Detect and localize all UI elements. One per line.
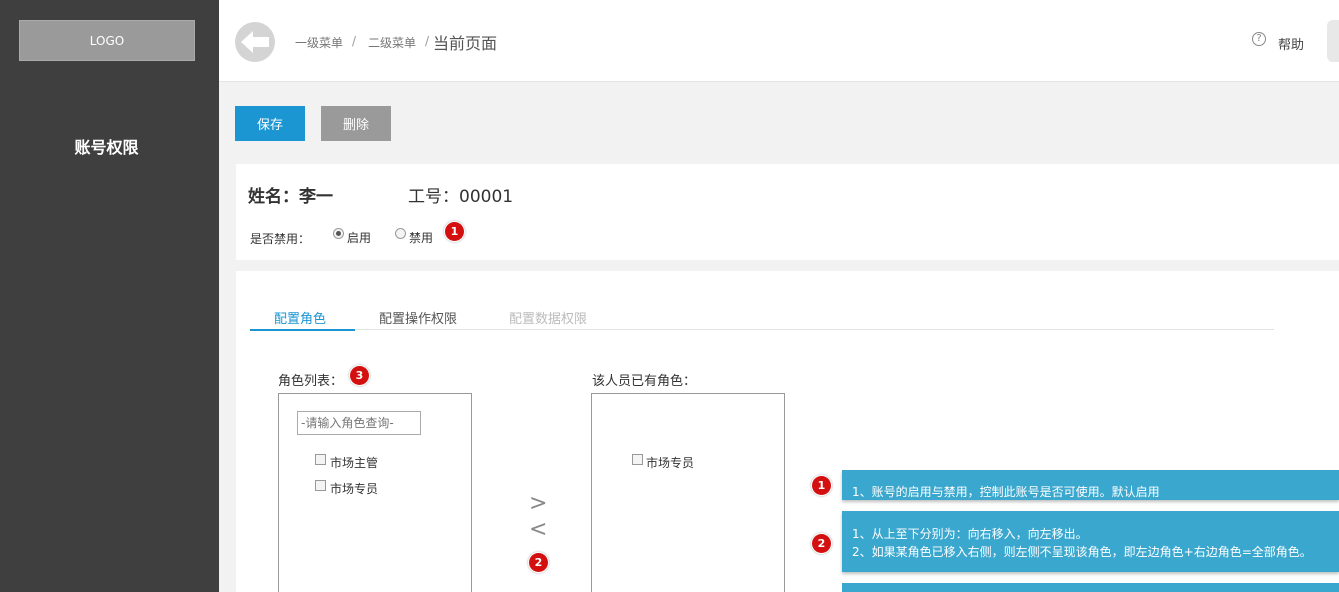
back-button[interactable] (235, 22, 275, 62)
note-badge: 2 (812, 534, 831, 553)
role-list-box: 市场主管 市场专员 (278, 393, 472, 592)
note-badge: 1 (812, 476, 831, 495)
note-text: 1、从上至下分别为：向右移入，向左移出。 (852, 527, 1088, 541)
user-info-card: 姓名：李一 工号：00001 是否禁用： 启用 禁用 1 (236, 164, 1339, 260)
role-item-label[interactable]: 市场专员 (330, 480, 378, 497)
move-left-button[interactable]: < (529, 519, 547, 541)
disable-radio[interactable] (395, 228, 406, 239)
save-button[interactable]: 保存 (235, 106, 305, 141)
annotation-note: 1、账号的启用与禁用，控制此账号是否可使用。默认启用 (842, 470, 1339, 500)
disable-label: 是否禁用： (250, 232, 311, 246)
annotation-badge: 3 (350, 366, 369, 385)
user-name: 姓名：李一 (248, 187, 333, 207)
user-menu-button[interactable] (1327, 20, 1339, 62)
assigned-roles-title: 该人员已有角色： (592, 374, 697, 389)
annotation-note: 1、从上至下分别为：向右移入，向左移出。 2、如果某角色已移入右侧，则左侧不呈现… (842, 511, 1339, 572)
role-item-label[interactable]: 市场主管 (330, 454, 378, 471)
role-checkbox[interactable] (315, 454, 326, 465)
enable-radio[interactable] (333, 228, 344, 239)
logo: LOGO (19, 20, 195, 61)
arrow-left-icon (241, 31, 269, 53)
role-search-input[interactable] (297, 411, 421, 435)
breadcrumb-separator: / (352, 34, 357, 48)
assigned-role-checkbox[interactable] (632, 454, 643, 465)
header: 一级菜单 / 二级菜单 / 当前页面 ? 帮助 (219, 0, 1339, 82)
help-link[interactable]: 帮助 (1278, 34, 1304, 53)
annotation-badge: 2 (529, 553, 548, 572)
help-icon[interactable]: ? (1252, 32, 1266, 46)
delete-button[interactable]: 删除 (321, 106, 391, 141)
disable-radio-label[interactable]: 禁用 (409, 229, 433, 246)
note-text: 2、如果某角色已移入右侧，则左侧不呈现该角色，即左边角色+右边角色=全部角色。 (852, 545, 1312, 559)
note-text: 1、账号的启用与禁用，控制此账号是否可使用。默认启用 (852, 485, 1160, 499)
breadcrumb-separator: / (425, 34, 430, 48)
tab-config-data-permissions: 配置数据权限 (509, 312, 588, 327)
annotation-badge: 1 (445, 222, 464, 241)
breadcrumb-level2[interactable]: 二级菜单 (368, 34, 416, 51)
sidebar-title[interactable]: 账号权限 (0, 134, 213, 158)
enable-radio-label[interactable]: 启用 (347, 229, 371, 246)
tabs-divider (250, 329, 1274, 330)
role-checkbox[interactable] (315, 480, 326, 491)
employee-id: 工号：00001 (408, 187, 514, 207)
assigned-roles-box: 市场专员 (591, 393, 785, 592)
breadcrumb-current: 当前页面 (433, 34, 498, 53)
tab-config-roles[interactable]: 配置角色 (274, 308, 326, 327)
sidebar: LOGO 账号权限 (0, 0, 219, 592)
role-list-title: 角色列表： (278, 374, 344, 389)
active-tab-indicator (250, 329, 355, 331)
breadcrumb-level1[interactable]: 一级菜单 (295, 34, 343, 51)
tab-config-operation-permissions[interactable]: 配置操作权限 (379, 308, 457, 327)
move-right-button[interactable]: > (529, 493, 547, 515)
annotation-note-partial (842, 583, 1339, 592)
assigned-role-label[interactable]: 市场专员 (646, 454, 694, 471)
